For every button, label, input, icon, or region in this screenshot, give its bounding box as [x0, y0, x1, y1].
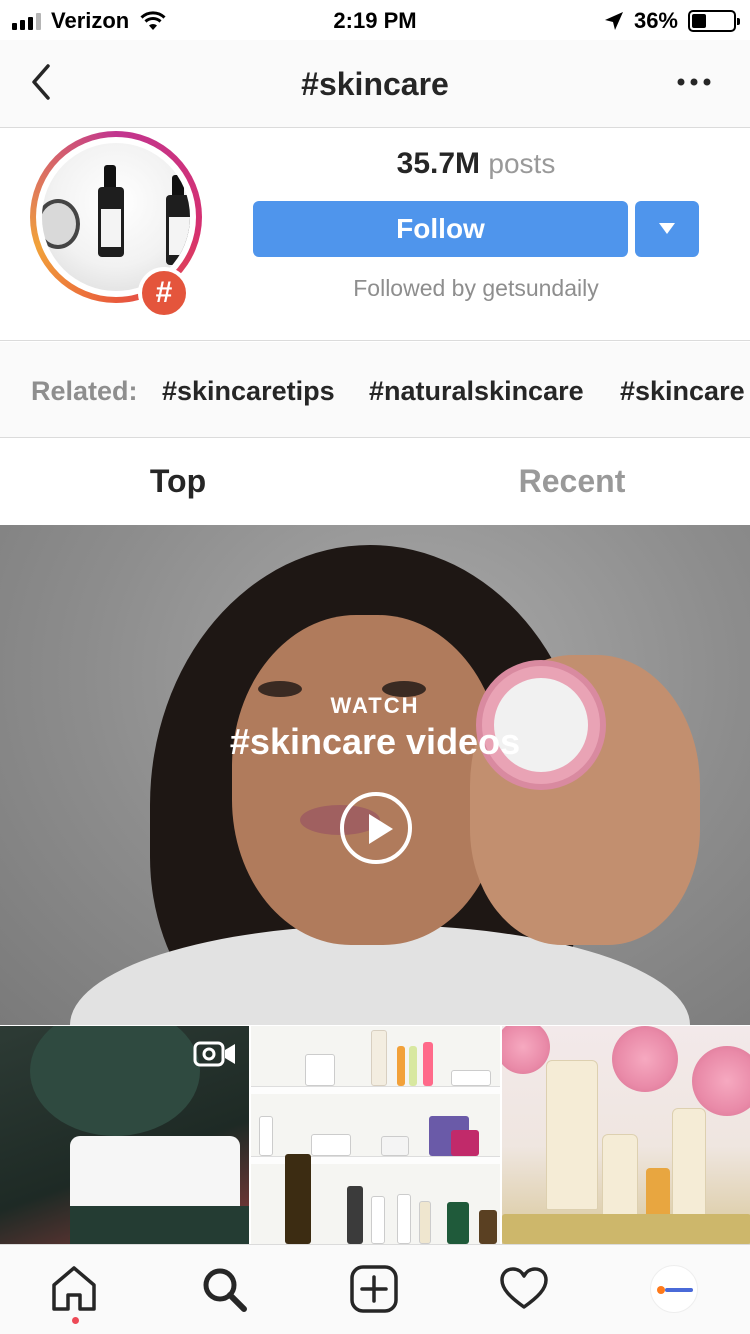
post-thumbnail-graphic — [371, 1196, 385, 1244]
more-horizontal-icon[interactable] — [676, 68, 712, 96]
post-thumbnail-graphic — [397, 1194, 411, 1244]
post-thumbnail-graphic — [347, 1186, 363, 1244]
post-thumbnail-graphic — [30, 1026, 200, 1136]
post-thumbnail-graphic — [451, 1070, 491, 1086]
related-tag[interactable]: #naturalskincare — [369, 376, 584, 407]
page-title: #skincare — [301, 66, 449, 102]
post-count-label: posts — [488, 148, 556, 179]
video-title: #skincare videos — [229, 721, 521, 762]
related-label: Related: — [31, 376, 138, 406]
avatar-logo-mark — [657, 1286, 665, 1294]
battery-fill — [692, 14, 707, 28]
bottom-tab-bar — [0, 1244, 750, 1334]
post-thumbnail-graphic — [251, 1086, 500, 1094]
play-circle-icon[interactable] — [340, 792, 412, 864]
post-thumbnail-graphic — [602, 1134, 638, 1222]
tab-top[interactable]: Top — [0, 463, 356, 500]
post-thumbnail-graphic — [285, 1154, 311, 1244]
follow-button[interactable]: Follow — [253, 201, 628, 257]
post-thumbnail-graphic — [692, 1046, 750, 1116]
bottle-graphic — [166, 195, 190, 265]
post-count-value: 35.7M — [396, 147, 481, 180]
battery-icon — [688, 10, 740, 32]
post-count: 35.7M posts — [250, 147, 702, 181]
hashtag-header: # 35.7M posts Follow Followed by getsund… — [0, 129, 750, 341]
feed-tabs: Top Recent — [0, 439, 750, 525]
post-thumbnail-graphic — [502, 1026, 550, 1074]
home-icon[interactable] — [48, 1263, 100, 1315]
bottle-graphic — [98, 187, 124, 257]
add-post-icon[interactable] — [348, 1263, 400, 1315]
battery-percent: 36% — [633, 8, 678, 33]
search-icon[interactable] — [198, 1263, 250, 1315]
grid-post[interactable] — [502, 1026, 750, 1244]
status-right: 36% — [604, 8, 740, 34]
post-thumbnail-graphic — [502, 1214, 750, 1244]
caret-down-icon — [659, 223, 675, 234]
watch-label: WATCH — [330, 693, 420, 718]
heart-icon[interactable] — [498, 1263, 550, 1315]
post-grid — [0, 1026, 750, 1244]
status-bar: Verizon 2:19 PM 36% — [0, 0, 750, 40]
post-thumbnail-graphic — [612, 1026, 678, 1092]
related-tag[interactable]: #skincaretips — [162, 376, 335, 407]
post-thumbnail-graphic — [409, 1046, 417, 1086]
post-thumbnail-graphic — [419, 1201, 431, 1244]
related-hashtags: Related: #skincaretips #naturalskincare … — [0, 342, 750, 438]
post-thumbnail-graphic — [311, 1134, 351, 1156]
followed-by-text: Followed by getsundaily — [353, 275, 599, 301]
location-arrow-icon — [604, 12, 623, 30]
jar-graphic — [42, 199, 80, 249]
post-thumbnail-graphic — [381, 1136, 409, 1156]
grid-post[interactable] — [251, 1026, 500, 1244]
video-thumbnail-graphic — [232, 615, 502, 945]
post-thumbnail-graphic — [397, 1046, 405, 1086]
grid-post[interactable] — [0, 1026, 249, 1244]
profile-avatar[interactable] — [650, 1265, 698, 1313]
follow-options-button[interactable] — [635, 201, 699, 257]
tab-recent[interactable]: Recent — [394, 463, 750, 500]
post-thumbnail-graphic — [546, 1060, 598, 1210]
post-thumbnail-graphic — [70, 1206, 249, 1244]
related-tag[interactable]: #skincare — [620, 376, 745, 407]
hashtag-badge-icon: # — [138, 267, 190, 319]
post-thumbnail-graphic — [451, 1130, 479, 1156]
nav-bar: #skincare — [0, 40, 750, 128]
post-thumbnail-graphic — [305, 1054, 335, 1086]
avatar-logo-text — [665, 1288, 693, 1292]
notification-dot — [72, 1317, 79, 1324]
post-thumbnail-graphic — [371, 1030, 387, 1086]
featured-video[interactable]: WATCH #skincare videos — [0, 525, 750, 1025]
video-camera-icon — [193, 1041, 235, 1067]
post-thumbnail-graphic — [259, 1116, 273, 1156]
post-thumbnail-graphic — [423, 1042, 433, 1086]
post-thumbnail-graphic — [672, 1108, 706, 1218]
post-thumbnail-graphic — [479, 1210, 497, 1244]
post-thumbnail-graphic — [447, 1202, 469, 1244]
